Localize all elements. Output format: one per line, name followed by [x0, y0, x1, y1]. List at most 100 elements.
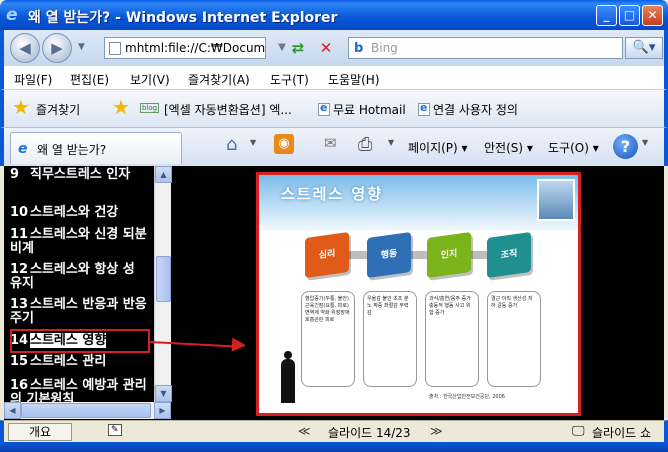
effect-box: 우울감 불안 초조 분노 짜증 좌절감 무력감	[363, 291, 417, 387]
favorites-star-icon[interactable]: ★	[12, 95, 30, 119]
outline-item[interactable]: 10 스트레스와 건강	[10, 206, 150, 220]
menu-view[interactable]: 보기(V)	[130, 71, 170, 88]
window-bottom-frame	[0, 442, 668, 452]
menu-tools[interactable]: 도구(T)	[270, 71, 309, 88]
outline-item[interactable]: 9 직무스트레스 인자	[10, 168, 150, 182]
menu-help[interactable]: 도움말(H)	[328, 71, 380, 88]
forward-button[interactable]: ▶	[42, 33, 72, 63]
outline-item[interactable]: 12 스트레스와 항상 성 유지	[10, 263, 150, 291]
slideshow-button[interactable]: 슬라이드 쇼	[592, 424, 651, 441]
outline-item[interactable]: 13 스트레스 반응과 반응주기	[10, 298, 150, 326]
page-icon	[318, 101, 330, 116]
refresh-icon[interactable]: ⇄	[286, 37, 310, 59]
outline-item-text: 직무스트레스 인자	[30, 167, 131, 182]
page-menu-button[interactable]: 페이지(P) ▾	[408, 139, 468, 156]
scroll-thumb[interactable]	[21, 403, 151, 418]
slide-title: 스트레스 영향	[281, 185, 384, 203]
scroll-down-icon[interactable]: ▼	[155, 385, 172, 402]
effect-box: 과식/흡연/음주 증가 충동적 행동 사고 위험 증가	[425, 291, 479, 387]
ie-logo-icon: e	[6, 5, 18, 25]
menu-bar: 파일(F) 편집(E) 보기(V) 즐겨찾기(A) 도구(T) 도움말(H)	[0, 66, 668, 90]
slideshow-icon[interactable]: 🖵	[572, 424, 585, 439]
home-icon[interactable]: ⌂	[226, 134, 237, 155]
back-button[interactable]: ◀	[10, 33, 40, 63]
outline-item-number: 12	[10, 262, 29, 277]
outline-pane: 9 직무스트레스 인자 10 스트레스와 건강 11 스트레스와 신경 되분비계 12…	[4, 166, 154, 402]
minimize-button[interactable]: _	[596, 5, 617, 26]
window-title: 왜 열 받는가? - Windows Internet Explorer	[28, 10, 338, 26]
cube-cognition: 인지	[427, 231, 471, 279]
ie-page-icon: e	[18, 141, 28, 157]
outline-item-number: 16	[10, 378, 29, 393]
print-icon[interactable]: ⎙	[358, 134, 372, 155]
outline-button[interactable]: 개요	[8, 423, 72, 441]
search-input[interactable]: b Bing	[348, 37, 623, 59]
slide-photo	[537, 179, 575, 221]
menu-favorites[interactable]: 즐겨찾기(A)	[188, 71, 250, 88]
help-icon[interactable]: ?	[613, 134, 638, 159]
print-dropdown-icon[interactable]: ▼	[388, 138, 394, 147]
outline-vertical-scrollbar[interactable]: ▲ ▼	[154, 166, 172, 402]
rss-feed-icon[interactable]: ◉	[274, 134, 294, 154]
outline-item-text: 스트레스 관리	[30, 354, 107, 369]
outline-item[interactable]: 15 스트레스 관리	[10, 355, 150, 369]
tab-title: 왜 열 받는가?	[37, 143, 107, 157]
command-bar: e 왜 열 받는가? ⌂ ▼ ◉ ✉ ⎙ ▼ 페이지(P) ▾ 안전(S) ▾ …	[0, 128, 668, 166]
slide-navigation-bar: 개요 ✎ ≪ 슬라이드 14/23 ≫ 🖵 슬라이드 쇼	[0, 420, 668, 442]
prev-slide-button[interactable]: ≪	[298, 424, 311, 438]
safety-menu-button[interactable]: 안전(S) ▾	[484, 139, 533, 156]
outline-item-text: 스트레스와 신경 되분비계	[10, 227, 147, 256]
fav-link-custom-label: 연결 사용자 정의	[433, 103, 518, 117]
cube-behavior: 행동	[367, 231, 411, 279]
bing-logo-icon: b	[354, 41, 364, 56]
slide-counter: 슬라이드 14/23	[328, 426, 411, 440]
add-favorite-icon[interactable]: ★	[112, 95, 130, 119]
scroll-left-icon[interactable]: ◀	[4, 402, 21, 419]
address-bar: ◀ ▶ ▼ mhtml:file://C:₩Docum ▼ ⇄ ✕ b Bing…	[0, 30, 668, 66]
scroll-thumb[interactable]	[156, 256, 171, 302]
outline-item-number: 11	[10, 227, 29, 242]
scroll-up-icon[interactable]: ▲	[155, 166, 172, 183]
stop-icon[interactable]: ✕	[314, 37, 338, 59]
annotation-arrow-head	[231, 337, 247, 353]
selected-item-highlight	[10, 329, 150, 353]
outline-item[interactable]: 16 스트레스 예방과 관리의 기본원칙	[10, 378, 150, 403]
search-button[interactable]: 🔍▾	[625, 37, 663, 59]
notes-icon[interactable]: ✎	[108, 424, 122, 436]
menu-file[interactable]: 파일(F)	[14, 71, 52, 88]
tab-current[interactable]: e 왜 열 받는가?	[10, 132, 182, 164]
scroll-right-icon[interactable]: ▶	[154, 402, 171, 419]
close-button[interactable]: ✕	[642, 5, 663, 26]
address-url: mhtml:file://C:₩Docum	[125, 41, 266, 55]
home-dropdown-icon[interactable]: ▼	[250, 138, 256, 147]
tools-menu-button[interactable]: 도구(O) ▾	[548, 139, 599, 156]
favorites-button[interactable]: 즐겨찾기	[36, 101, 80, 118]
fav-link-custom[interactable]: 연결 사용자 정의	[418, 101, 518, 118]
outline-item-text: 스트레스 예방과 관리의 기본원칙	[10, 378, 147, 403]
maximize-button[interactable]: □	[619, 5, 640, 26]
fav-link-hotmail-label: 무료 Hotmail	[333, 103, 406, 117]
cube-organization: 조직	[487, 231, 531, 279]
outline-item-number: 15	[10, 354, 29, 369]
outline-horizontal-scrollbar[interactable]: ◀ ▶	[4, 402, 171, 419]
outline-item-number: 10	[10, 205, 29, 220]
favorites-bar: ★ 즐겨찾기 ★ blog [엑셀 자동변환옵션] 엑... 무료 Hotmai…	[0, 90, 668, 128]
mail-icon[interactable]: ✉	[324, 134, 337, 152]
presentation-view: 9 직무스트레스 인자 10 스트레스와 건강 11 스트레스와 신경 되분비계 12…	[4, 166, 664, 420]
outline-item-text: 스트레스와 건강	[30, 205, 119, 220]
next-slide-button[interactable]: ≫	[430, 424, 443, 438]
effect-box: 혈압증가(두통, 불안) 근육긴장(요통, 피로) 면역계 약화 위장장애 호흡…	[301, 291, 355, 387]
outline-item[interactable]: 11 스트레스와 신경 되분비계	[10, 228, 150, 256]
title-bar: e 왜 열 받는가? - Windows Internet Explorer _…	[0, 0, 668, 30]
menu-edit[interactable]: 편집(E)	[70, 71, 109, 88]
slide-source: 출처 : 한국산업안전보건공단, 2006	[429, 394, 505, 400]
blog-badge-icon: blog	[140, 103, 160, 113]
outline-item-number: 9	[10, 167, 20, 182]
outline-item-text: 스트레스 반응과 반응주기	[10, 297, 147, 326]
person-silhouette	[281, 351, 295, 403]
help-dropdown-icon[interactable]: ▼	[642, 138, 648, 147]
fav-link-excel[interactable]: [엑셀 자동변환옵션] 엑...	[164, 101, 292, 118]
history-dropdown-icon[interactable]: ▼	[78, 42, 85, 52]
address-input[interactable]: mhtml:file://C:₩Docum	[104, 37, 266, 59]
fav-link-hotmail[interactable]: 무료 Hotmail	[318, 101, 406, 118]
